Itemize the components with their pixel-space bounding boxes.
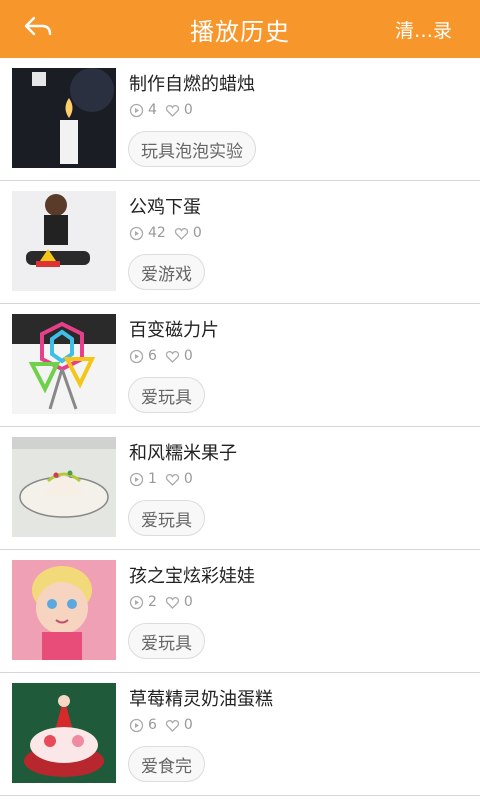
views-icon (129, 718, 144, 733)
list-item[interactable]: 孩之宝炫彩娃娃 2 0 爱玩具 (0, 550, 480, 673)
video-stats: 1 0 (129, 471, 201, 487)
views-count: 6 (148, 717, 157, 733)
video-thumbnail[interactable] (12, 314, 116, 414)
views-count: 42 (148, 225, 166, 241)
video-stats: 2 0 (129, 594, 201, 610)
video-thumbnail[interactable] (12, 437, 116, 537)
category-tag[interactable]: 爱食完 (128, 746, 205, 782)
likes-count: 0 (192, 225, 202, 241)
heart-icon (174, 226, 189, 241)
category-tag[interactable]: 爱玩具 (128, 623, 205, 659)
video-title: 制作自燃的蜡烛 (129, 74, 255, 95)
video-stats: 4 0 (129, 102, 201, 118)
list-item[interactable]: 草莓精灵奶油蛋糕 6 0 爱食完 (0, 673, 480, 796)
category-tag[interactable]: 爱玩具 (128, 377, 205, 413)
list-item[interactable]: 和风糯米果子 1 0 爱玩具 (0, 427, 480, 550)
likes-count: 0 (183, 102, 193, 118)
video-title: 孩之宝炫彩娃娃 (129, 566, 255, 587)
views-count: 1 (148, 471, 157, 487)
heart-icon (165, 103, 180, 118)
likes-count: 0 (183, 348, 193, 364)
views-count: 6 (148, 348, 157, 364)
video-title: 和风糯米果子 (129, 443, 237, 464)
likes-count: 0 (183, 471, 193, 487)
video-stats: 6 0 (129, 717, 201, 733)
video-stats: 6 0 (129, 348, 201, 364)
heart-icon (165, 718, 180, 733)
views-icon (129, 103, 144, 118)
video-title: 百变磁力片 (129, 320, 219, 341)
category-tag[interactable]: 玩具泡泡实验 (128, 131, 256, 167)
video-thumbnail[interactable] (12, 683, 116, 783)
views-count: 4 (148, 102, 157, 118)
views-icon (129, 349, 144, 364)
video-thumbnail[interactable] (12, 560, 116, 660)
history-list: 制作自燃的蜡烛 4 0 玩具泡泡实验 公鸡下蛋 42 0 爱游戏 百变磁力片 6… (0, 58, 480, 796)
list-item[interactable]: 百变磁力片 6 0 爱玩具 (0, 304, 480, 427)
list-item[interactable]: 公鸡下蛋 42 0 爱游戏 (0, 181, 480, 304)
views-icon (129, 226, 144, 241)
category-tag[interactable]: 爱玩具 (128, 500, 205, 536)
likes-count: 0 (183, 594, 193, 610)
video-title: 草莓精灵奶油蛋糕 (129, 689, 273, 710)
heart-icon (165, 595, 180, 610)
heart-icon (165, 472, 180, 487)
likes-count: 0 (183, 717, 193, 733)
list-item[interactable]: 制作自燃的蜡烛 4 0 玩具泡泡实验 (0, 58, 480, 181)
back-arrow-icon (23, 15, 53, 43)
heart-icon (165, 349, 180, 364)
clear-history-button[interactable]: 清…录 (395, 16, 452, 43)
page-title: 播放历史 (190, 17, 290, 46)
video-thumbnail[interactable] (12, 191, 116, 291)
video-stats: 42 0 (129, 225, 210, 241)
video-thumbnail[interactable] (12, 68, 116, 168)
back-button[interactable] (18, 13, 58, 45)
video-title: 公鸡下蛋 (129, 197, 201, 218)
category-tag[interactable]: 爱游戏 (128, 254, 205, 290)
app-header: 播放历史 清…录 (0, 0, 480, 58)
views-count: 2 (148, 594, 157, 610)
views-icon (129, 595, 144, 610)
views-icon (129, 472, 144, 487)
